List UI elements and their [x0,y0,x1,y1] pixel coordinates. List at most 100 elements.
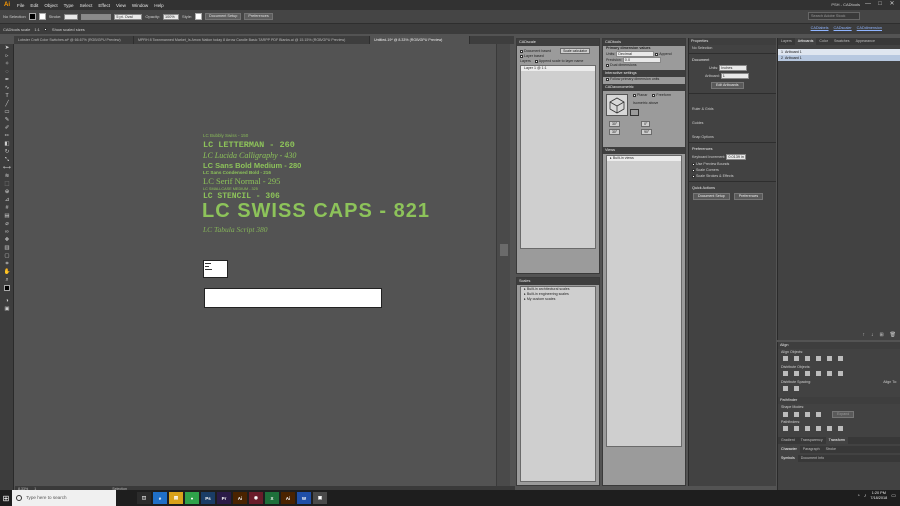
document-setup-button[interactable]: Document Setup [205,13,242,20]
merge-icon[interactable] [805,426,810,431]
crop-icon[interactable] [816,426,821,431]
line-tool-icon[interactable]: ╱ [2,101,12,108]
distribute-right-icon[interactable] [838,371,843,376]
maximize-button[interactable]: □ [876,1,884,8]
eraser-tool-icon[interactable]: ◧ [2,141,12,148]
distribute-left-icon[interactable] [816,371,821,376]
align-left-icon[interactable] [783,356,788,361]
vertical-scrollbar[interactable] [496,44,510,486]
menu-edit[interactable]: Edit [27,3,41,8]
rectangle-tool-icon[interactable]: ▭ [2,109,12,116]
dual-dimensions-row[interactable]: Dual dimensions [603,63,685,68]
stroke-weight-field[interactable] [64,13,79,20]
scrollbar-thumb[interactable] [500,244,508,256]
views-list[interactable]: ▸ Built-in views [606,155,682,447]
scale-strokes-checkbox[interactable] [692,174,695,178]
gradient-tool-icon[interactable]: ▤ [2,213,12,220]
menu-file[interactable]: File [14,3,27,8]
free-transform-tool-icon[interactable]: ⬚ [2,181,12,188]
scale-tool-icon[interactable]: ⤡ [2,157,12,164]
menu-view[interactable]: View [113,3,129,8]
list-item[interactable]: ▸ Built-in views [607,156,681,161]
minus-back-icon[interactable] [838,426,843,431]
scale-strokes-row[interactable]: Scale Strokes & Effects [689,173,776,179]
tab-untitled-19[interactable]: Untitled-19* @ 8.33% (RGB/GPU Preview) [370,36,470,44]
distribute-hspace-icon[interactable] [794,386,799,391]
zoom-tool-icon[interactable]: ⌕ [2,277,12,284]
menu-type[interactable]: Type [61,3,77,8]
blend-tool-icon[interactable]: ∞ [2,229,12,236]
brush-definition-field[interactable]: 5 pt. Oval [114,13,143,20]
taskbar-app-icon[interactable]: ● [185,492,199,504]
new-artboard-icon[interactable]: ⊞ [879,332,883,338]
screen-mode-icon[interactable]: ▣ [2,306,12,313]
menu-help[interactable]: Help [151,3,166,8]
taskbar-app-icon[interactable]: W [297,492,311,504]
planar-checkbox[interactable] [633,93,636,97]
taskbar-app-icon[interactable]: e [153,492,167,504]
tab-layers[interactable]: Layers [778,38,795,45]
append-scale-checkbox[interactable] [534,59,538,63]
fill-stroke-icon[interactable] [2,285,12,297]
document-setup-button[interactable]: Document Setup [693,193,730,200]
font-sample-tabula-script[interactable]: LC Tabula Script 380 [203,225,268,234]
expand-button[interactable]: Expand [832,411,855,418]
selection-tool-icon[interactable]: ➤ [2,45,12,52]
align-top-icon[interactable] [816,356,821,361]
distribute-bottom-icon[interactable] [805,371,810,376]
list-item[interactable]: ▸ My custom scales [521,297,595,302]
list-item[interactable]: Layer 1 @ 1:1 [521,66,595,71]
eyedropper-tool-icon[interactable]: ⌀ [2,221,12,228]
font-sample-bubbly-swiss[interactable]: LC Bubbly Swiss - 150 [203,133,248,138]
exclude-icon[interactable] [816,412,821,417]
volume-icon[interactable]: ♪ [864,493,867,499]
taskbar-clock[interactable]: 1:20 PM 7/18/2018 [870,491,887,501]
scale-calculator-button[interactable]: Scale calculator [560,48,591,54]
angle-4-field[interactable]: 90° [641,129,653,135]
magic-wand-tool-icon[interactable]: ✧ [2,61,12,68]
adobe-stock-search[interactable]: Search Adobe Stock [808,12,860,20]
tab-gradient[interactable]: Gradient [778,437,798,444]
tab-artboards[interactable]: Artboards [794,38,817,45]
artboard-select[interactable]: 1 [720,73,749,79]
width-tool-icon[interactable]: ⟷ [2,165,12,172]
minus-front-icon[interactable] [794,412,799,417]
trim-icon[interactable] [794,426,799,431]
taskbar-app-icon[interactable]: Ai [281,492,295,504]
delete-artboard-icon[interactable]: 🗑 [890,332,896,338]
font-sample-swiss-caps[interactable]: LC SWISS CAPS - 821 [202,200,430,223]
layer-based-radio[interactable] [520,54,523,58]
cadlabels-link[interactable]: CADlabels [811,26,829,30]
edit-artboards-button[interactable]: Edit Artboards [711,82,744,89]
taskbar-app-icon[interactable]: Ps [201,492,215,504]
small-artboard[interactable] [203,260,228,278]
menu-window[interactable]: Window [129,3,151,8]
column-graph-tool-icon[interactable]: ▥ [2,245,12,252]
intersect-icon[interactable] [805,412,810,417]
tab-document-info[interactable]: Document Info [798,455,827,462]
unite-icon[interactable] [783,412,788,417]
follow-primary-row[interactable]: Follow primary dimension units [603,77,685,82]
menu-object[interactable]: Object [41,3,60,8]
angle-1-field[interactable]: 30° [609,121,621,127]
taskbar-app-icon[interactable]: ▤ [169,492,183,504]
distribute-top-icon[interactable] [783,371,788,376]
notifications-icon[interactable]: ▭ [891,493,896,499]
keyboard-increment-field[interactable]: 0.0139 in [726,154,747,160]
lasso-tool-icon[interactable]: ◌ [2,69,12,76]
tab-stroke[interactable]: Stroke [823,446,839,453]
shape-builder-tool-icon[interactable]: ⊕ [2,189,12,196]
close-button[interactable]: ✕ [888,1,896,8]
tab-mprh-market[interactable]: MPRH 8 Townmanned Market_Is Arrow Nation… [134,36,370,44]
isometric-cube-icon[interactable] [606,94,628,116]
menu-select[interactable]: Select [77,3,96,8]
perspective-grid-tool-icon[interactable]: ⊿ [2,197,12,204]
align-right-icon[interactable] [805,356,810,361]
font-sample-serif-normal[interactable]: LC Serif Normal - 295 [203,176,280,186]
opacity-field[interactable]: 100% [163,13,180,20]
tab-transform[interactable]: Transform [825,437,848,444]
menu-effect[interactable]: Effect [95,3,113,8]
rotate-tool-icon[interactable]: ↻ [2,149,12,156]
pencil-tool-icon[interactable]: ✏ [2,133,12,140]
direct-selection-tool-icon[interactable]: ▹ [2,53,12,60]
